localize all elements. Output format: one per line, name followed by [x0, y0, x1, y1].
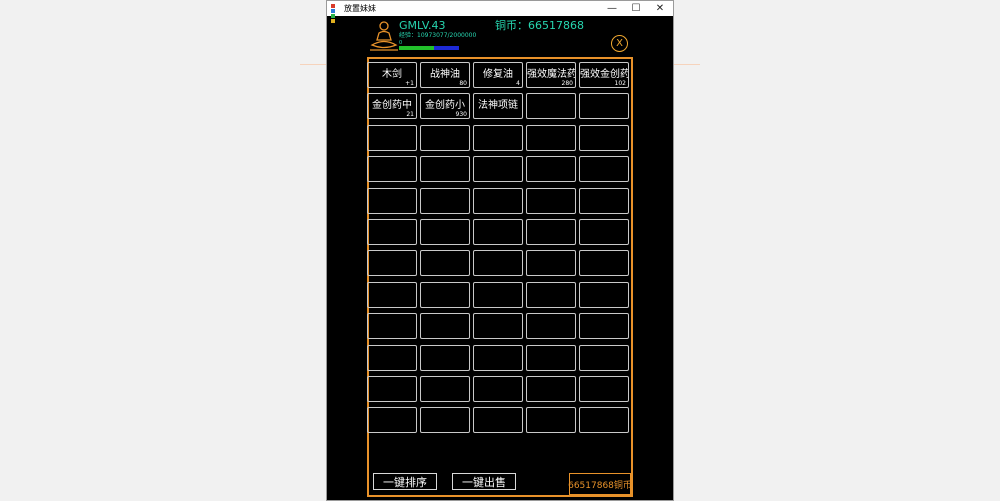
bag-slot[interactable]	[526, 344, 576, 371]
bag-slot[interactable]	[473, 187, 523, 214]
bag-slot[interactable]	[579, 407, 629, 434]
window-title: 放置妹妹	[344, 4, 376, 13]
bag-slot[interactable]	[579, 156, 629, 183]
bag-slot[interactable]	[579, 124, 629, 151]
bag-slot[interactable]	[579, 250, 629, 277]
bag-slot[interactable]	[526, 218, 576, 245]
bag-slot[interactable]	[473, 218, 523, 245]
bag-slot[interactable]: 修复油 4	[473, 62, 523, 88]
bag-slot[interactable]	[420, 187, 470, 214]
bag-slot[interactable]	[420, 375, 470, 402]
bag-slot[interactable]	[420, 313, 470, 340]
bag-slot[interactable]	[579, 187, 629, 214]
item-count: 80	[459, 80, 467, 87]
bag-slot[interactable]	[367, 218, 417, 245]
bag-slot[interactable]	[579, 281, 629, 308]
bag-slot[interactable]: 法神项链	[473, 93, 523, 120]
item-count: 280	[561, 80, 573, 87]
bag-slot[interactable]	[473, 156, 523, 183]
desktop-background-right	[674, 0, 1000, 501]
bag-slot[interactable]	[367, 124, 417, 151]
bag-slot[interactable]	[579, 218, 629, 245]
exp-bar-secondary	[434, 46, 459, 50]
bag-slot[interactable]	[367, 407, 417, 434]
bag-slot[interactable]	[367, 187, 417, 214]
item-count: 930	[455, 111, 467, 119]
bag-slot[interactable]	[367, 313, 417, 340]
bag-slot[interactable]	[526, 250, 576, 277]
bag-slot[interactable]	[473, 281, 523, 308]
bag-slot[interactable]: 木剑 +1	[367, 62, 417, 88]
bag-slot[interactable]	[473, 375, 523, 402]
bag-slot[interactable]	[579, 344, 629, 371]
bag-slot[interactable]	[367, 281, 417, 308]
bag-slot[interactable]	[473, 344, 523, 371]
bag-slot[interactable]	[420, 124, 470, 151]
bag-slot[interactable]	[579, 313, 629, 340]
bag-slot[interactable]	[579, 375, 629, 402]
coins-display: 铜币：66517868	[495, 19, 584, 32]
app-icon	[331, 4, 340, 23]
item-name: 修复油	[483, 69, 513, 80]
bag-slot[interactable]: 战神油 80	[420, 62, 470, 88]
bag-slot[interactable]	[526, 93, 576, 120]
item-count: +1	[405, 80, 414, 87]
player-level: GMLV.43	[399, 19, 446, 32]
bag-slot[interactable]	[420, 407, 470, 434]
title-bar[interactable]: 放置妹妹 — ☐ ✕	[327, 1, 673, 23]
bag-slot[interactable]	[526, 375, 576, 402]
bag-slot[interactable]	[473, 124, 523, 151]
bag-slot[interactable]	[526, 187, 576, 214]
bag-slot[interactable]	[367, 375, 417, 402]
bag-slot[interactable]: 金创药小 930	[420, 93, 470, 120]
bag-slot[interactable]	[367, 250, 417, 277]
close-window-button[interactable]: ✕	[647, 1, 673, 16]
bag-slot[interactable]	[579, 93, 629, 120]
close-bag-button[interactable]: X	[611, 35, 628, 52]
game-window: 放置妹妹 — ☐ ✕ GMLV.43 铜币：66517868 经验：109730…	[326, 0, 674, 501]
bag-slot[interactable]	[473, 407, 523, 434]
desktop-background-left	[0, 0, 326, 501]
bag-slot[interactable]	[473, 313, 523, 340]
bag-slot[interactable]	[420, 344, 470, 371]
item-count: 21	[406, 111, 414, 119]
background-divider	[674, 64, 700, 65]
exp-text: 经验：10973077/2000000	[399, 32, 477, 39]
buddha-icon	[370, 21, 398, 51]
sell-all-button[interactable]: 一键出售	[452, 473, 516, 490]
bag-slot[interactable]	[420, 281, 470, 308]
bag-slot[interactable]: 强效金创药 102	[579, 62, 629, 88]
bag-slot[interactable]	[473, 250, 523, 277]
bag-slot[interactable]	[367, 156, 417, 183]
exp-bar-fill	[399, 46, 434, 50]
bag-slot[interactable]	[526, 313, 576, 340]
bag-slot[interactable]	[526, 124, 576, 151]
bag-slot[interactable]	[420, 250, 470, 277]
maximize-button[interactable]: ☐	[623, 1, 649, 16]
bag-slot[interactable]: 金创药中 21	[367, 93, 417, 120]
bag-slot[interactable]	[526, 407, 576, 434]
item-count: 102	[614, 80, 626, 87]
coins-summary: 66517868铜币	[568, 473, 632, 495]
sort-all-button[interactable]: 一键排序	[373, 473, 437, 490]
bag-slot[interactable]	[526, 156, 576, 183]
bag-grid: 木剑 +1 战神油 80 修复油 4 强效魔法药 280 强效金创药 102 金创药中 21 金创药小 9…	[367, 62, 629, 434]
bag-slot[interactable]	[420, 156, 470, 183]
bag-slot[interactable]	[526, 281, 576, 308]
bag-slot[interactable]: 强效魔法药 280	[526, 62, 576, 88]
bag-slot[interactable]	[367, 344, 417, 371]
minimize-button[interactable]: —	[599, 1, 625, 16]
item-name: 法神项链	[478, 100, 518, 112]
bag-slot[interactable]	[420, 218, 470, 245]
item-count: 4	[516, 80, 520, 87]
background-divider	[300, 64, 326, 65]
